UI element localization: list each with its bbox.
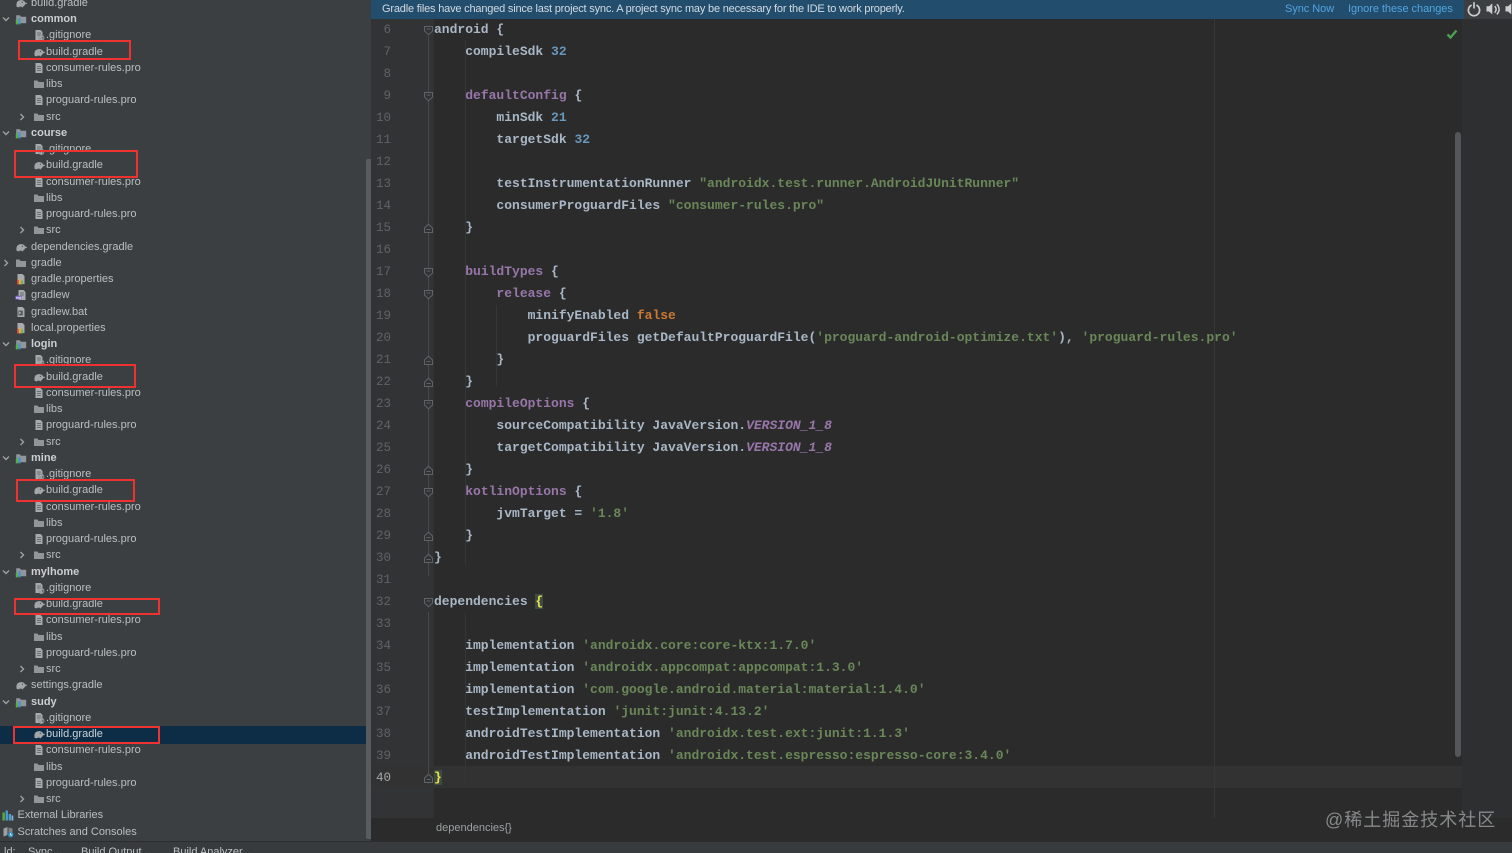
svg-text:exe: exe [16,296,22,300]
